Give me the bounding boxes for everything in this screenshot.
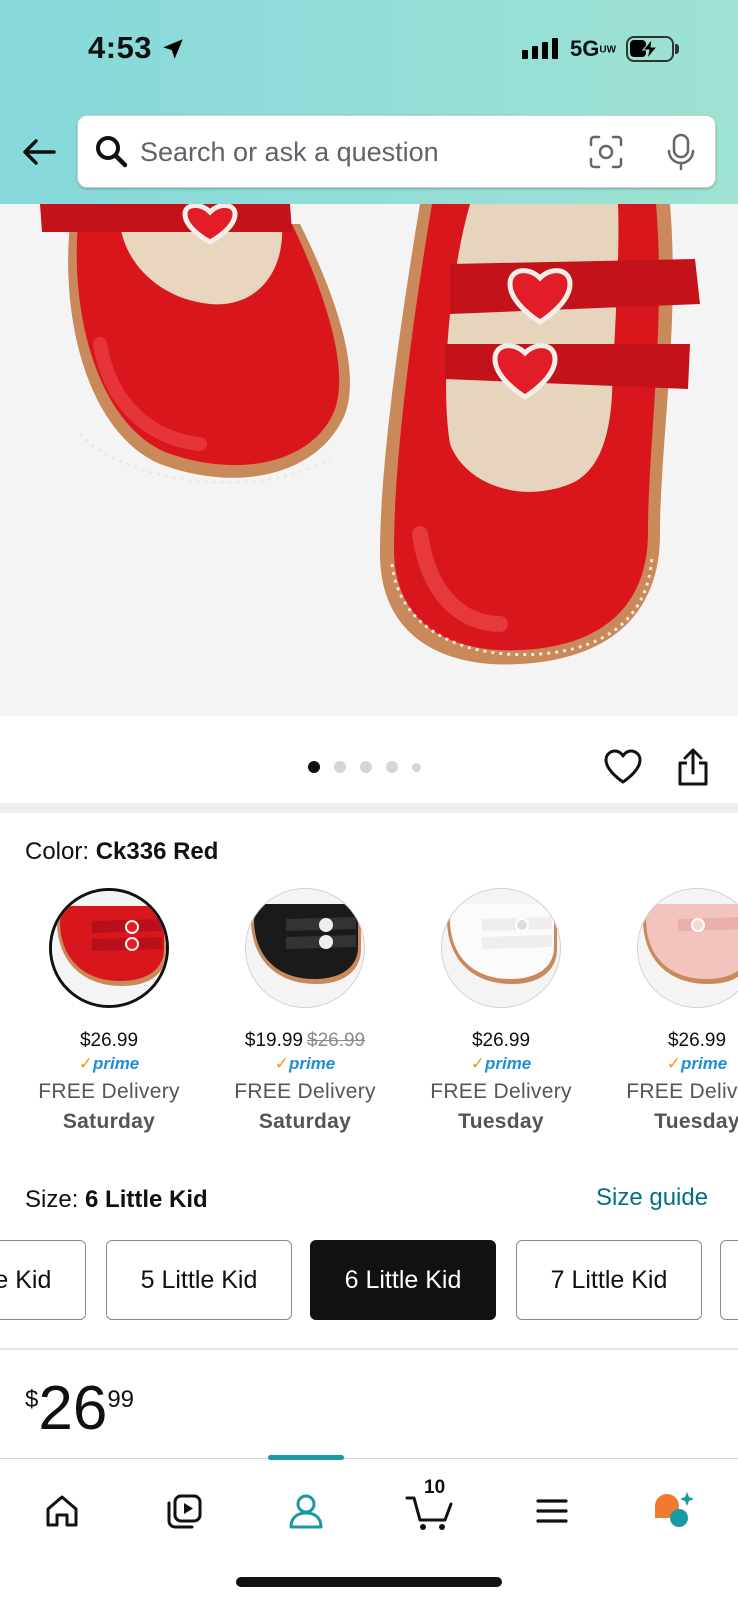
product-photo-red-mary-jane-shoes bbox=[0, 204, 738, 716]
color-option-white[interactable]: $26.99 ✓prime FREE Delivery Tuesday bbox=[406, 888, 596, 1134]
location-arrow-icon bbox=[163, 39, 183, 59]
delivery-day: Saturday bbox=[258, 1110, 352, 1133]
prime-badge: ✓prime bbox=[274, 1054, 336, 1073]
section-divider bbox=[0, 803, 738, 813]
option-price: $19.99 $26.99 bbox=[244, 1030, 366, 1051]
size-guide-link[interactable]: Size guide bbox=[596, 1184, 708, 1212]
search-icon bbox=[96, 136, 128, 168]
color-options: $26.99 ✓prime FREE Delivery Saturday $19… bbox=[0, 888, 738, 1138]
top-header: 4:53 5GUW bbox=[0, 0, 738, 204]
menu-icon bbox=[536, 1499, 568, 1523]
option-price: $26.99 bbox=[667, 1030, 727, 1051]
pager-dot[interactable] bbox=[412, 762, 421, 772]
color-thumb[interactable] bbox=[637, 888, 738, 1008]
color-label: Color: Ck336 Red bbox=[25, 838, 219, 865]
delivery-day: Tuesday bbox=[654, 1110, 738, 1133]
signal-bars-icon bbox=[522, 38, 558, 59]
account-icon bbox=[289, 1494, 323, 1529]
cart-count-badge: 10 bbox=[424, 1477, 446, 1498]
camera-scan-icon[interactable] bbox=[586, 132, 626, 172]
home-indicator[interactable] bbox=[236, 1577, 502, 1587]
section-divider bbox=[0, 1348, 738, 1350]
size-option[interactable]: 7 Little Kid bbox=[516, 1240, 702, 1320]
nav-account[interactable] bbox=[276, 1481, 336, 1541]
size-options: 4 Little Kid 5 Little Kid 6 Little Kid 7… bbox=[0, 1240, 738, 1320]
product-price: $2699 bbox=[25, 1374, 135, 1443]
pager-dot-active[interactable] bbox=[308, 761, 320, 773]
battery-charging-icon bbox=[626, 36, 674, 62]
color-option-red[interactable]: $26.99 ✓prime FREE Delivery Saturday bbox=[14, 888, 204, 1134]
color-thumb[interactable] bbox=[49, 888, 169, 1008]
search-input[interactable] bbox=[140, 134, 580, 170]
back-arrow-icon[interactable] bbox=[20, 132, 60, 172]
pager-dot[interactable] bbox=[334, 761, 346, 773]
selected-color: Ck336 Red bbox=[95, 838, 219, 865]
delivery-day: Saturday bbox=[62, 1110, 156, 1133]
product-image[interactable] bbox=[0, 204, 738, 716]
delivery-text: FREE Delivery bbox=[234, 1080, 376, 1103]
share-icon[interactable] bbox=[675, 747, 711, 787]
delivery-text: FREE Delivery bbox=[430, 1080, 572, 1103]
prime-badge: ✓prime bbox=[470, 1054, 532, 1073]
size-option[interactable]: 4 Little Kid bbox=[0, 1240, 86, 1320]
prime-badge: ✓prime bbox=[78, 1054, 140, 1073]
battery-tip bbox=[675, 44, 679, 54]
size-option-selected[interactable]: 6 Little Kid bbox=[310, 1240, 496, 1320]
nav-menu[interactable] bbox=[522, 1481, 582, 1541]
nav-active-indicator bbox=[268, 1455, 344, 1460]
video-icon bbox=[167, 1494, 202, 1529]
image-pager-dots[interactable] bbox=[308, 761, 421, 773]
microphone-icon[interactable] bbox=[664, 132, 698, 172]
pager-dot[interactable] bbox=[360, 761, 372, 773]
nav-rufus[interactable] bbox=[644, 1481, 704, 1541]
option-price: $26.99 bbox=[79, 1030, 139, 1051]
option-price: $26.99 bbox=[471, 1030, 531, 1051]
pager-dot[interactable] bbox=[386, 761, 398, 773]
nav-home[interactable] bbox=[32, 1481, 92, 1541]
color-thumb[interactable] bbox=[245, 888, 365, 1008]
color-thumb[interactable] bbox=[441, 888, 561, 1008]
nav-video[interactable] bbox=[154, 1481, 214, 1541]
delivery-day: Tuesday bbox=[458, 1110, 544, 1133]
size-option[interactable]: 5 Little Kid bbox=[106, 1240, 292, 1320]
color-option-black[interactable]: $19.99 $26.99 ✓prime FREE Delivery Saturd… bbox=[210, 888, 400, 1134]
color-option-pink[interactable]: $26.99 ✓prime FREE Delivery Tuesday bbox=[602, 888, 738, 1134]
size-label: Size: 6 Little Kid bbox=[25, 1186, 208, 1213]
rufus-chat-icon bbox=[655, 1492, 694, 1527]
prime-badge: ✓prime bbox=[666, 1054, 728, 1073]
original-price: $26.99 bbox=[307, 1030, 366, 1051]
delivery-text: FREE Delivery bbox=[626, 1080, 738, 1103]
size-option[interactable] bbox=[720, 1240, 738, 1320]
delivery-text: FREE Delivery bbox=[38, 1080, 180, 1103]
search-bar[interactable] bbox=[77, 115, 716, 188]
home-icon bbox=[46, 1495, 78, 1527]
heart-icon[interactable] bbox=[603, 748, 643, 786]
selected-size: 6 Little Kid bbox=[85, 1186, 208, 1213]
status-time: 4:53 bbox=[88, 30, 153, 65]
network-indicator: 5GUW bbox=[570, 36, 617, 61]
